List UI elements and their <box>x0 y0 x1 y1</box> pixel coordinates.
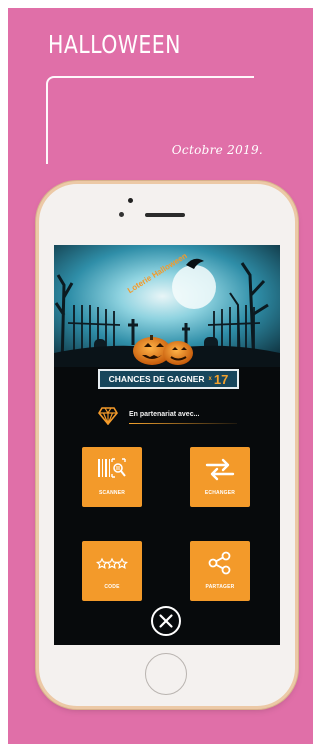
phone-screen: Loterie Halloween CHANCES DE GAGNER x 17… <box>54 245 280 645</box>
code-label: CODE <box>104 584 120 590</box>
chances-label: CHANCES DE GAGNER <box>108 374 205 384</box>
page-title: HALLOWEEN <box>48 30 181 59</box>
chances-banner: CHANCES DE GAGNER x 17 <box>98 369 239 389</box>
close-icon[interactable] <box>150 605 182 637</box>
scanner-label: SCANNER <box>98 490 126 496</box>
phone-sensor <box>119 212 124 217</box>
partager-label: PARTAGER <box>205 584 235 590</box>
chances-multiplier: x <box>208 376 212 382</box>
echanger-button[interactable]: ECHANGER <box>190 447 250 507</box>
stars-code-icon <box>96 557 128 569</box>
diamond-icon <box>98 407 118 425</box>
phone-home-button[interactable] <box>145 653 187 695</box>
partner-underline <box>129 423 237 424</box>
chances-count: 17 <box>213 371 229 387</box>
partner-text: En partenariat avec... <box>129 411 200 418</box>
halloween-hero-illustration: Loterie Halloween <box>54 245 280 367</box>
barcode-scan-icon <box>98 458 126 478</box>
page-subtitle: Octobre 2019. <box>171 143 263 157</box>
phone-speaker <box>145 213 185 217</box>
scanner-button[interactable]: SCANNER <box>82 447 142 507</box>
partager-button[interactable]: PARTAGER <box>190 541 250 601</box>
echanger-label: ECHANGER <box>204 490 236 496</box>
swap-arrows-icon <box>205 458 235 481</box>
phone-camera <box>128 198 133 203</box>
code-button[interactable]: CODE <box>82 541 142 601</box>
partner-row[interactable]: En partenariat avec... <box>98 405 258 429</box>
moon-icon <box>172 265 216 309</box>
share-icon <box>208 551 231 575</box>
